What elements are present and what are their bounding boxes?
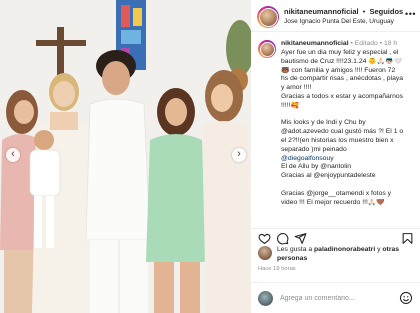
caption-line: !!!!!🥰: [281, 101, 299, 109]
bookmark-icon[interactable]: [401, 232, 414, 245]
caption-line: video !!! El mejor recuerdo !!!🙏🏻🤎: [281, 198, 385, 206]
author-avatar[interactable]: [257, 6, 279, 28]
chevron-right-icon[interactable]: ›: [232, 148, 246, 162]
mention-link[interactable]: @diegoalfonsouy: [281, 155, 413, 164]
caption-username[interactable]: nikitaneumannoficial: [281, 40, 349, 47]
liker-username[interactable]: paladinonorabeatri: [314, 246, 375, 253]
post-location[interactable]: Jose Ignacio Punta Del Este, Uruguay: [284, 18, 394, 25]
caption-line: El de Allu by @nantolin: [281, 163, 352, 171]
likes-text: Les gusta a paladinonorabeatri y otras p…: [277, 245, 417, 263]
caption-line: @adot.azevedo cual gustó más ?! El 1 o: [281, 128, 404, 136]
caption-meta: • Editado • 18 h: [350, 40, 398, 47]
caption-line: el 2?!!(en historias los muestro bien x: [281, 136, 394, 144]
emoji-smile-icon[interactable]: [399, 291, 413, 305]
post-caption: nikitaneumannoficial • Editado • 18 h Ay…: [251, 36, 420, 228]
viewer-avatar: [258, 291, 273, 306]
caption-line: Mis looks y de Indi y Chu by: [281, 119, 366, 127]
likes-prefix: Les gusta a: [277, 246, 315, 253]
post-header: nikitaneumannoficial • Seguidos Jose Ign…: [251, 0, 420, 32]
post-timestamp: Hace 19 horas: [258, 266, 296, 272]
chevron-left-icon[interactable]: ‹: [6, 148, 20, 162]
header-line: nikitaneumannoficial • Seguidos: [284, 7, 403, 16]
caption-line: Ayer fue un dia muy feliz y especial , e…: [281, 49, 399, 56]
more-horizontal-icon[interactable]: •••: [405, 9, 416, 19]
heart-icon[interactable]: [258, 232, 271, 245]
family-photo-illustration: [0, 0, 251, 313]
caption-line: 🐻 con familia y amigos !!!! Fueron 72: [281, 66, 396, 74]
caption-line: Gracias a todos x estar y acompañarnos: [281, 92, 404, 100]
following-button[interactable]: Seguidos: [369, 7, 403, 16]
caption-line: separado )mi peinado: [281, 145, 347, 153]
post-side-panel: nikitaneumannoficial • Seguidos Jose Ign…: [251, 0, 420, 313]
caption-line: Gracias al @enjoypuntadeleste: [281, 172, 376, 180]
caption-line: hs de compartir risas , anécdotas , play…: [281, 75, 404, 83]
caption-author-avatar[interactable]: [258, 40, 276, 58]
post-photo[interactable]: ‹ ›: [0, 0, 251, 313]
comment-icon[interactable]: [276, 232, 289, 245]
comment-bar: [251, 282, 420, 313]
separator-dot: •: [362, 7, 366, 16]
comment-input[interactable]: [280, 292, 392, 305]
caption-line: y amor !!!!: [281, 84, 312, 92]
liker-avatar[interactable]: [258, 246, 272, 260]
caption-line: bautismo de Cruz !!!!23.1.24 👶🙏🏻👼🏻🤍: [281, 57, 403, 65]
caption-text: Ayer fue un dia muy feliz y especial , e…: [281, 49, 413, 207]
author-username[interactable]: nikitaneumannoficial: [284, 7, 359, 16]
caption-header: nikitaneumannoficial • Editado • 18 h: [281, 40, 397, 47]
action-bar: [251, 228, 420, 246]
share-icon[interactable]: [294, 232, 307, 245]
caption-line: Gracias @jorge__otamendi x fotos y: [281, 189, 392, 197]
